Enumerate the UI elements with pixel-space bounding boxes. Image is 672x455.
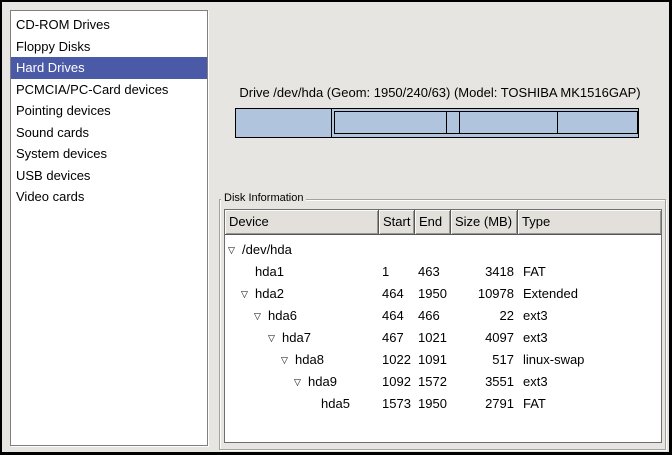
start-cell: 1092 — [379, 371, 415, 393]
partition-bar — [235, 108, 639, 138]
size-cell — [451, 239, 518, 261]
start-cell: 1022 — [379, 349, 415, 371]
start-cell: 464 — [379, 283, 415, 305]
size-cell: 3551 — [451, 371, 518, 393]
table-row[interactable]: ▽ hda9 1092 1572 3551 ext3 — [225, 371, 661, 393]
table-row[interactable]: ▽ hda8 1022 1091 517 linux-swap — [225, 349, 661, 371]
drive-geometry-title: Drive /dev/hda (Geom: 1950/240/63) (Mode… — [215, 85, 665, 100]
sidebar-item-floppy-disks[interactable]: Floppy Disks — [11, 36, 207, 58]
table-row[interactable]: hda1 1 463 3418 FAT — [225, 261, 661, 283]
expander-icon[interactable]: ▽ — [293, 371, 308, 393]
type-cell: FAT — [518, 393, 661, 415]
type-cell: ext3 — [518, 327, 661, 349]
start-cell: 464 — [379, 305, 415, 327]
sidebar-item-usb-devices[interactable]: USB devices — [11, 165, 207, 187]
end-cell: 466 — [415, 305, 451, 327]
partition-table: Device Start End Size (MB) Type ▽ /dev/h… — [224, 209, 662, 443]
table-row[interactable]: ▽ hda6 464 466 22 ext3 — [225, 305, 661, 327]
sidebar-item-video-cards[interactable]: Video cards — [11, 186, 207, 208]
sidebar-item-system-devices[interactable]: System devices — [11, 143, 207, 165]
disk-information-frame-label: Disk Information — [221, 192, 306, 204]
type-cell — [518, 239, 661, 261]
type-cell: FAT — [518, 261, 661, 283]
size-cell: 10978 — [451, 283, 518, 305]
start-cell: 1 — [379, 261, 415, 283]
size-cell: 3418 — [451, 261, 518, 283]
column-header-end[interactable]: End — [415, 210, 451, 235]
start-cell — [379, 239, 415, 261]
device-label: hda6 — [268, 305, 297, 327]
device-label: /dev/hda — [242, 239, 292, 261]
partition-table-header: Device Start End Size (MB) Type — [225, 210, 661, 235]
device-label: hda2 — [255, 283, 284, 305]
end-cell: 1021 — [415, 327, 451, 349]
device-label: hda9 — [308, 371, 337, 393]
end-cell: 1091 — [415, 349, 451, 371]
partition-segment-hda1 — [236, 109, 332, 137]
column-header-start[interactable]: Start — [379, 210, 415, 235]
sidebar-item-pcmcia-devices[interactable]: PCMCIA/PC-Card devices — [11, 79, 207, 101]
type-cell: linux-swap — [518, 349, 661, 371]
sidebar-item-sound-cards[interactable]: Sound cards — [11, 122, 207, 144]
device-label: hda7 — [282, 327, 311, 349]
size-cell: 517 — [451, 349, 518, 371]
table-row[interactable]: ▽ hda2 464 1950 10978 Extended — [225, 283, 661, 305]
end-cell: 1950 — [415, 283, 451, 305]
start-cell: 467 — [379, 327, 415, 349]
table-row[interactable]: ▽ hda7 467 1021 4097 ext3 — [225, 327, 661, 349]
type-cell: ext3 — [518, 305, 661, 327]
size-cell: 2791 — [451, 393, 518, 415]
expander-icon[interactable]: ▽ — [253, 305, 268, 327]
table-row[interactable]: hda5 1573 1950 2791 FAT — [225, 393, 661, 415]
expander-icon[interactable]: ▽ — [280, 349, 295, 371]
expander-icon[interactable]: ▽ — [227, 239, 242, 261]
end-cell: 1572 — [415, 371, 451, 393]
expander-icon[interactable]: ▽ — [267, 327, 282, 349]
column-header-size[interactable]: Size (MB) — [451, 210, 518, 235]
column-header-type[interactable]: Type — [518, 210, 661, 235]
partition-segment-hda9 — [459, 111, 558, 134]
device-label: hda5 — [321, 393, 350, 415]
hardware-browser-window: CD-ROM Drives Floppy Disks Hard Drives P… — [0, 0, 672, 455]
device-label: hda1 — [255, 261, 284, 283]
type-cell: Extended — [518, 283, 661, 305]
end-cell: 1950 — [415, 393, 451, 415]
device-category-list: CD-ROM Drives Floppy Disks Hard Drives P… — [10, 10, 208, 446]
end-cell: 463 — [415, 261, 451, 283]
size-cell: 22 — [451, 305, 518, 327]
table-row[interactable]: ▽ /dev/hda — [225, 239, 661, 261]
partition-segment-hda5 — [557, 111, 638, 134]
partition-table-body: ▽ /dev/hda hda1 1 463 3418 FAT — [225, 235, 661, 415]
partition-segment-hda8 — [446, 111, 460, 134]
sidebar-item-hard-drives[interactable]: Hard Drives — [11, 57, 207, 79]
sidebar-item-pointing-devices[interactable]: Pointing devices — [11, 100, 207, 122]
column-header-device[interactable]: Device — [225, 210, 379, 235]
start-cell: 1573 — [379, 393, 415, 415]
sidebar-item-cdrom-drives[interactable]: CD-ROM Drives — [11, 14, 207, 36]
partition-segment-hda7 — [334, 111, 447, 134]
type-cell: ext3 — [518, 371, 661, 393]
size-cell: 4097 — [451, 327, 518, 349]
extended-partition-hda2 — [334, 111, 638, 134]
device-label: hda8 — [295, 349, 324, 371]
expander-icon[interactable]: ▽ — [240, 283, 255, 305]
end-cell — [415, 239, 451, 261]
